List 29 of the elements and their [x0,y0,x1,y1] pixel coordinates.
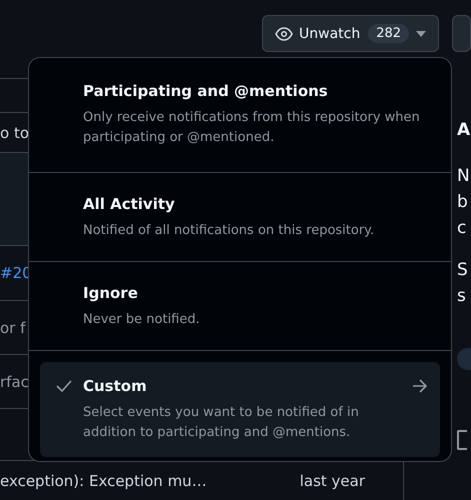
menu-item[interactable]: Participating and @mentions Only receive notifications from this repository when participating or @mentioned. [40,58,440,172]
list-text: rfac [0,372,29,390]
sidebar-text: N [457,165,471,188]
list-text: or f [0,318,26,336]
watcher-count: 282 [368,24,410,43]
menu-item[interactable]: Custom Select events you want to be notified of in addition to participating and @mentions. [40,362,440,457]
item-title: Participating and @mentions [83,81,329,102]
menu-item[interactable]: Ignore Never be notified. [40,262,440,350]
commit-message: exception): Exception mu… [0,472,207,490]
list-text: o to [0,124,30,142]
unwatch-button[interactable]: Unwatch 282 [262,15,440,52]
commit-time: last year [300,472,365,490]
item-description: Never be notified. [83,311,201,329]
sidebar-text: c [457,217,468,240]
item-title: All Activity [83,194,176,215]
eye-icon [275,26,293,40]
sidebar-text: b [457,191,469,214]
item-title: Custom [83,376,148,397]
caret-icon [416,30,426,36]
item-title: Ignore [83,283,139,304]
item-description: Only receive notifications from this repository when participating or @mentioned. [83,109,421,147]
item-description: Select events you want to be notified of in addition to participating and @mentions. [83,404,360,442]
menu-item[interactable]: All Activity Notified of all notifications on this repository. [40,173,440,261]
button-edge[interactable] [452,15,471,52]
sidebar-text: S [457,259,469,282]
sidebar-heading: A [457,120,471,142]
item-description: Notified of all notifications on this repository. [83,222,376,240]
check-icon [56,380,72,392]
sidebar-text: s [457,285,467,308]
